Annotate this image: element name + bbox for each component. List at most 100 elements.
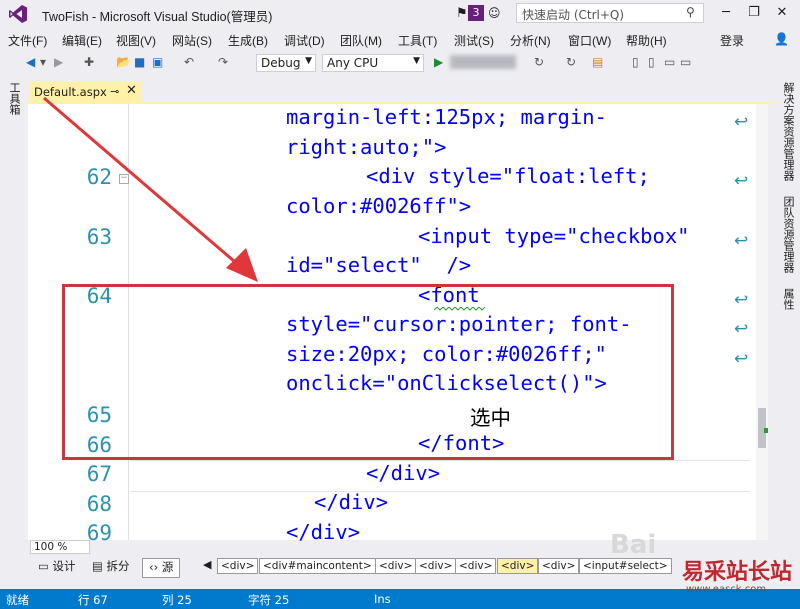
platform-value: Any CPU [327,56,379,70]
split-view-button[interactable]: ▤ 拆分 [92,558,130,576]
platform-select[interactable]: Any CPU ▼ [322,54,424,72]
configuration-value: Debug [261,56,301,70]
back-icon[interactable]: ◀ [26,55,35,69]
run-target-blurred[interactable] [450,55,516,69]
status-insert-mode: Ins [374,592,391,606]
solution-explorer-tab[interactable]: 解决方案资源管理器 [780,82,796,181]
open-file-icon[interactable]: 📂 [116,55,131,69]
word-wrap-icon: ↩ [734,290,749,310]
code-line: margin-left:125px; margin- [286,105,607,129]
minimize-button[interactable]: ─ [716,5,736,21]
menu-team[interactable]: 团队(M) [340,32,382,49]
menu-website[interactable]: 网站(S) [172,32,212,49]
breadcrumb-item[interactable]: <div> [455,558,497,574]
document-icon[interactable]: ▯ [632,55,639,69]
code-line: </div> [286,520,361,544]
line-number: 68 [86,492,112,516]
word-wrap-icon: ↩ [734,231,749,251]
chevron-down-icon: ▼ [305,56,312,66]
search-icon[interactable]: ⚲ [686,5,695,19]
menu-file[interactable]: 文件(F) [8,32,47,49]
breadcrumb-item[interactable]: <div#maincontent> [259,558,376,574]
word-wrap-icon: ↩ [734,112,749,132]
refresh-icon[interactable]: ↻ [566,55,576,69]
code-line: id="select" /> [286,253,472,277]
breadcrumb-item-active[interactable]: <div> [497,558,539,574]
breadcrumb-item[interactable]: <div> [415,558,457,574]
status-ready: 就绪 [6,593,29,607]
save-icon[interactable]: ■ [134,55,145,69]
notification-count-badge[interactable]: 3 [468,5,484,21]
source-view-button[interactable]: ‹› 源 [142,558,181,578]
design-view-button[interactable]: ▭ 设计 [38,558,76,576]
dropdown-icon[interactable]: ▾ [40,55,46,69]
line-number: 67 [86,462,112,486]
chevron-down-icon: ▼ [413,56,420,66]
breadcrumb-prev-icon[interactable]: ◀ [203,558,211,571]
status-column: 列 25 [162,593,192,607]
pin-icon[interactable]: ⊸ [110,85,119,98]
breadcrumb-item[interactable]: <input#select> [579,558,672,574]
login-link[interactable]: 登录 [720,32,744,49]
new-project-icon[interactable]: ✚ [84,55,94,69]
code-line: </div> [366,461,441,485]
document-icon[interactable]: ▯ [648,55,655,69]
properties-tab[interactable]: 属性 [780,288,796,310]
configuration-select[interactable]: Debug ▼ [256,54,316,72]
quick-launch-input[interactable]: 快速启动 (Ctrl+Q) [516,3,704,23]
team-explorer-tab[interactable]: 团队资源管理器 [780,196,796,273]
source-icon: ‹› [149,560,162,574]
code-line: <input type="checkbox" [418,224,690,248]
feedback-icon[interactable]: ☺ [488,6,501,20]
menu-build[interactable]: 生成(B) [228,32,268,49]
collapse-toggle-icon[interactable]: − [119,174,129,184]
word-wrap-icon: ↩ [734,349,749,369]
close-tab-button[interactable]: ✕ [126,83,137,98]
breadcrumb-item[interactable]: <div> [375,558,417,574]
menu-view[interactable]: 视图(V) [116,32,156,49]
highlight-box [62,284,674,460]
comment-icon[interactable]: ▭ [664,55,675,69]
vertical-scrollbar[interactable] [756,104,768,540]
status-bar [0,589,800,609]
breadcrumb-item[interactable]: <div> [538,558,580,574]
status-row: 行 67 [78,593,108,607]
notification-flag-icon[interactable]: ⚑ [456,6,468,21]
menu-help[interactable]: 帮助(H) [626,32,667,49]
watermark-url: www.easck.com [686,584,767,595]
tab-label: Default.aspx [34,85,107,99]
run-icon[interactable]: ▶ [434,55,443,69]
design-label: 设计 [52,559,76,573]
code-line: </div> [314,490,389,514]
code-line: <div style="float:left; [366,164,650,188]
uncomment-icon[interactable]: ▭ [680,55,691,69]
zoom-select[interactable]: 100 % [30,540,90,554]
word-wrap-icon: ↩ [734,319,749,339]
window-title: TwoFish - Microsoft Visual Studio(管理员) [42,10,273,24]
menu-debug[interactable]: 调试(D) [284,32,325,49]
watermark-logo: Bai [610,530,657,560]
code-line: color:#0026ff"> [286,194,472,218]
toolbox-tab[interactable]: 工具箱 [6,82,22,115]
save-all-icon[interactable]: ▣ [152,55,163,69]
maximize-button[interactable]: ❐ [744,5,764,21]
code-line: right:auto;"> [286,135,447,159]
refresh-icon[interactable]: ↻ [534,55,544,69]
line-number: 62 [86,165,112,189]
undo-icon[interactable]: ↶ [184,55,194,69]
forward-icon[interactable]: ▶ [54,55,63,69]
source-label: 源 [161,560,174,574]
change-marker [764,428,768,433]
menu-analyze[interactable]: 分析(N) [510,32,551,49]
menu-edit[interactable]: 编辑(E) [62,32,102,49]
line-number: 63 [86,225,112,249]
close-window-button[interactable]: ✕ [772,5,792,21]
menu-window[interactable]: 窗口(W) [568,32,611,49]
redo-icon[interactable]: ↷ [218,55,228,69]
account-icon[interactable]: 👤 [774,32,789,46]
bookmark-icon[interactable]: ▤ [592,55,603,69]
menu-tools[interactable]: 工具(T) [398,32,437,49]
design-icon: ▭ [38,559,53,573]
breadcrumb-item[interactable]: <div> [217,558,259,574]
menu-test[interactable]: 测试(S) [454,32,494,49]
